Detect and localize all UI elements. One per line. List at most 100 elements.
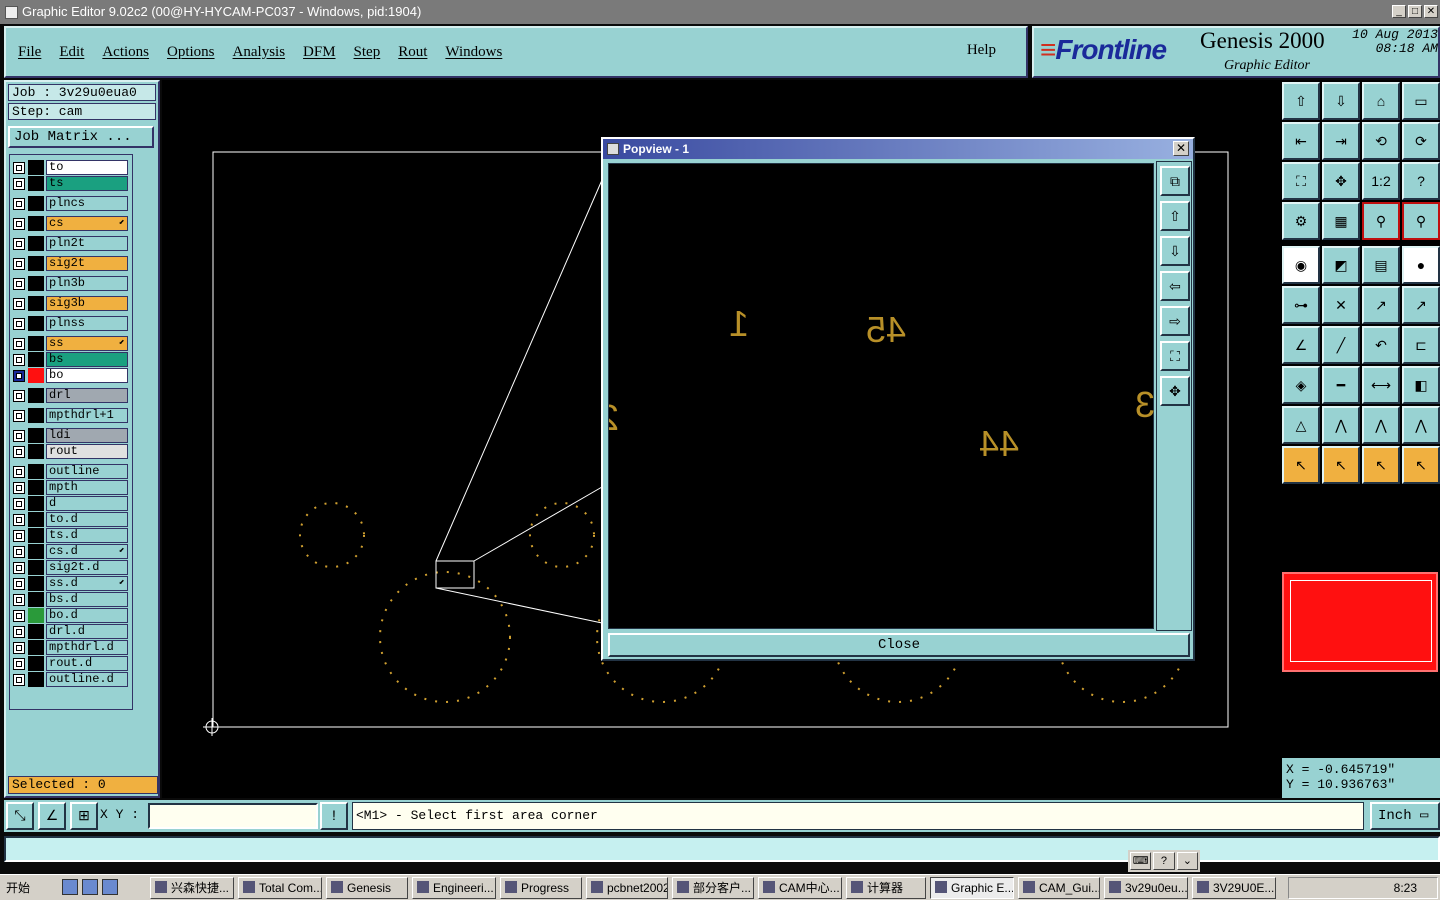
layer-row[interactable]: d (12, 496, 130, 511)
layer-row[interactable]: bo (12, 368, 130, 383)
taskbar-item[interactable]: CAM中心... (758, 877, 842, 899)
edit-icon[interactable]: ◩ (1322, 246, 1360, 284)
taskbar-item[interactable]: 计算器 (846, 877, 926, 899)
layer-row[interactable]: mpthdrl.d (12, 640, 130, 655)
layer-row[interactable]: cs ⬋ (12, 216, 130, 231)
export-icon[interactable]: ⇥ (1322, 122, 1360, 160)
mirror-icon[interactable]: ⊏ (1402, 326, 1440, 364)
layer-name[interactable]: bs (46, 352, 128, 367)
layer-row[interactable]: cs.d ⬋ (12, 544, 130, 559)
layer-checkbox[interactable] (13, 446, 25, 458)
popview-close-button[interactable]: Close (608, 633, 1190, 657)
layer-name[interactable]: bs.d (46, 592, 128, 607)
taskbar-item[interactable]: Total Com... (238, 877, 322, 899)
layer-name[interactable]: ldi (46, 428, 128, 443)
snap-icon-button[interactable]: ⤡ (6, 802, 34, 830)
poly-icon[interactable]: ⋀ (1322, 406, 1360, 444)
taskbar-item[interactable]: pcbnet2002 (586, 877, 668, 899)
snap-icon[interactable]: ⚲ (1362, 202, 1400, 240)
layer-name[interactable]: plncs (46, 196, 128, 211)
layer-name[interactable]: ts (46, 176, 128, 191)
pop-pan-icon[interactable]: ✥ (1160, 376, 1190, 406)
layer-name[interactable]: to.d (46, 512, 128, 527)
layer-name[interactable]: mpthdrl+1 (46, 408, 128, 423)
scale-1to1-icon[interactable]: 1:2 (1362, 162, 1400, 200)
keyboard-icon[interactable]: ⌨ (1130, 852, 1152, 870)
layer-checkbox[interactable] (13, 658, 25, 670)
layer-row[interactable]: bs.d (12, 592, 130, 607)
pop-left-icon[interactable]: ⇦ (1160, 271, 1190, 301)
layer-checkbox[interactable] (13, 642, 25, 654)
job-matrix-button[interactable]: Job Matrix ... (8, 126, 154, 148)
menu-step[interactable]: Step (354, 44, 381, 61)
layer-name[interactable]: mpth (46, 480, 128, 495)
select2-icon[interactable]: ↖ (1322, 446, 1360, 484)
start-button[interactable]: 开始 (2, 877, 52, 899)
layer-checkbox[interactable] (13, 298, 25, 310)
arc-text-icon[interactable]: ⋀ (1362, 406, 1400, 444)
settings-icon[interactable]: ⚙ (1282, 202, 1320, 240)
desktop-icon[interactable] (62, 879, 78, 895)
menu-windows[interactable]: Windows (445, 44, 502, 61)
layer-name[interactable]: to (46, 160, 128, 175)
pop-right-icon[interactable]: ⇨ (1160, 306, 1190, 336)
layer-name[interactable]: rout (46, 444, 128, 459)
ruler-icon[interactable]: ▤ (1362, 246, 1400, 284)
layer-checkbox[interactable] (13, 278, 25, 290)
layer-checkbox[interactable] (13, 610, 25, 622)
open-icon[interactable]: ⇧ (1282, 82, 1320, 120)
tri2-icon[interactable]: ⋀ (1402, 406, 1440, 444)
taskbar-item[interactable]: 3V29U0E... (1192, 877, 1276, 899)
pop-fit-icon[interactable]: ⛶ (1160, 341, 1190, 371)
taskbar-item[interactable]: 兴森快捷... (150, 877, 234, 899)
angle-icon[interactable]: ∠ (1282, 326, 1320, 364)
layer-checkbox[interactable] (13, 318, 25, 330)
hline-icon[interactable]: ━ (1322, 366, 1360, 404)
fit-icon[interactable]: ⛶ (1282, 162, 1320, 200)
layer-checkbox[interactable] (13, 514, 25, 526)
taskbar-item[interactable]: Engineeri... (412, 877, 496, 899)
layer-checkbox[interactable] (13, 338, 25, 350)
layer-row[interactable]: pln2t (12, 236, 130, 251)
layer-row[interactable]: bo.d (12, 608, 130, 623)
layer-row[interactable]: rout.d (12, 656, 130, 671)
taskbar-item[interactable]: Progress (500, 877, 582, 899)
pop-down-icon[interactable]: ⇩ (1160, 236, 1190, 266)
triangle-icon[interactable]: △ (1282, 406, 1320, 444)
connect-icon[interactable]: ⊶ (1282, 286, 1320, 324)
layer-checkbox[interactable] (13, 626, 25, 638)
units-selector[interactable]: Inch ▭ (1370, 802, 1440, 830)
minimize-button[interactable]: _ (1392, 5, 1406, 18)
menu-analysis[interactable]: Analysis (233, 44, 286, 61)
layer-row[interactable]: drl.d (12, 624, 130, 639)
layer-checkbox[interactable] (13, 410, 25, 422)
layer-row[interactable]: mpth (12, 480, 130, 495)
layer-checkbox[interactable] (13, 238, 25, 250)
layer-checkbox[interactable] (13, 218, 25, 230)
layer-checkbox[interactable] (13, 594, 25, 606)
ie-icon[interactable] (82, 879, 98, 895)
select3-icon[interactable]: ↖ (1362, 446, 1400, 484)
layer-name[interactable]: pln2t (46, 236, 128, 251)
layer-name[interactable]: sig3b (46, 296, 128, 311)
menu-help[interactable]: Help (967, 42, 996, 59)
menu-actions[interactable]: Actions (102, 44, 149, 61)
layer-row[interactable]: sig2t (12, 256, 130, 271)
layer-checkbox[interactable] (13, 674, 25, 686)
layer-name[interactable]: cs ⬋ (46, 216, 128, 231)
pad-icon[interactable]: ◉ (1282, 246, 1320, 284)
layer-name[interactable]: pln3b (46, 276, 128, 291)
taskbar-item[interactable]: CAM_Gui... (1018, 877, 1100, 899)
popview-canvas[interactable]: 1 45 44 3 2 (599, 163, 1155, 629)
layer-row[interactable]: to.d (12, 512, 130, 527)
info-icon-button[interactable]: ! (320, 802, 348, 830)
layer-checkbox[interactable] (13, 370, 25, 382)
layer-checkbox[interactable] (13, 530, 25, 542)
layer-checkbox[interactable] (13, 198, 25, 210)
angle-icon-button[interactable]: ∠ (38, 802, 66, 830)
layer-checkbox[interactable] (13, 562, 25, 574)
pop-duplicate-icon[interactable]: ⧉ (1160, 166, 1190, 196)
layer-checkbox[interactable] (13, 390, 25, 402)
layer-name[interactable]: plnss (46, 316, 128, 331)
taskbar-item[interactable]: 3v29u0eu... (1104, 877, 1188, 899)
